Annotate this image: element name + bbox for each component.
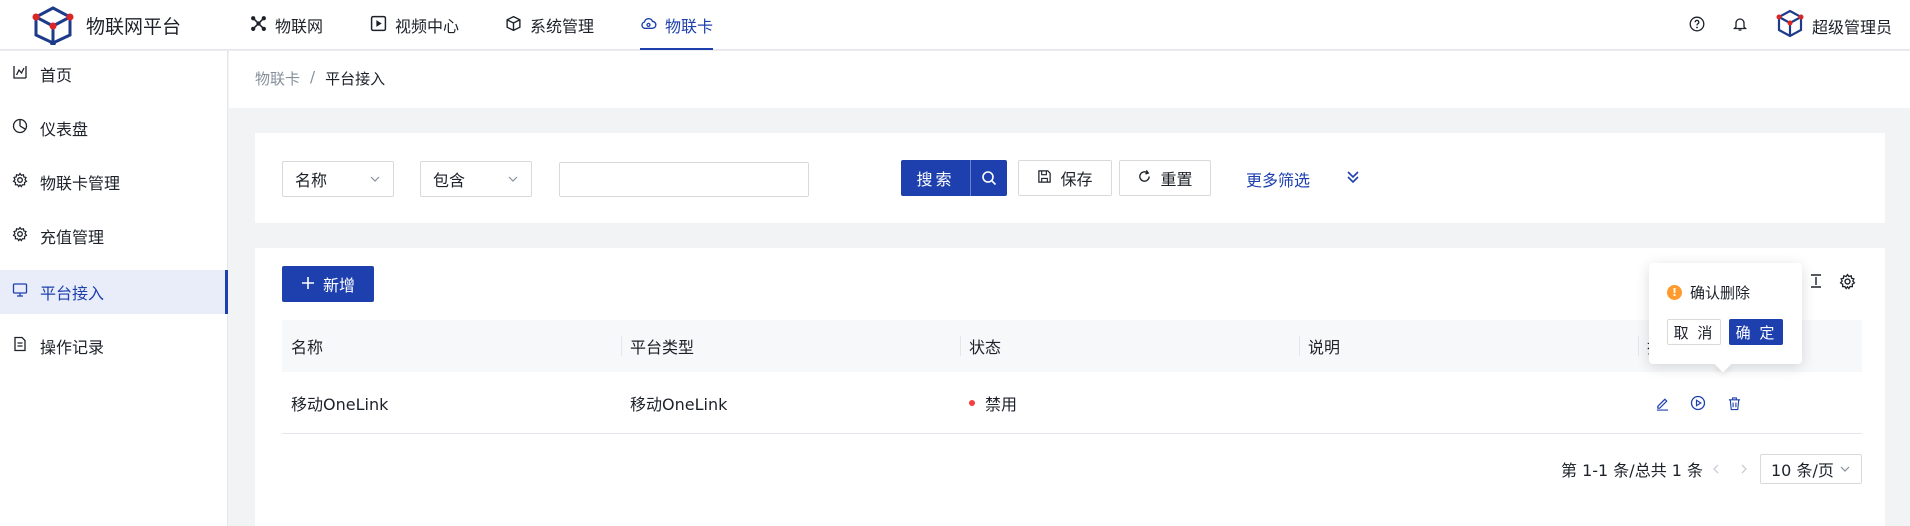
cell-name: 移动OneLink [291, 395, 389, 414]
popover-title: ! 确认删除 [1667, 282, 1750, 303]
settings-icon[interactable] [1837, 271, 1857, 291]
user-menu[interactable]: 超级管理员 [1776, 9, 1892, 43]
nav-video-center-label: 视频中心 [395, 17, 460, 36]
chevron-down-icon [1839, 460, 1851, 479]
log-icon [12, 336, 28, 356]
sidebar-item-platform-access[interactable]: 平台接入 [0, 270, 228, 314]
app-title: 物联网平台 [86, 16, 182, 38]
pagination-summary: 第 1-1 条/总共 1 条 [1561, 461, 1704, 480]
double-chevron-down-icon[interactable] [1344, 168, 1362, 186]
nav-system-management-label: 系统管理 [530, 17, 595, 36]
cancel-button[interactable]: 取 消 [1667, 319, 1721, 345]
top-bar: 物联网平台 物联网 视频中心 系统管理 物联卡 超级管理员 [0, 0, 1910, 50]
pie-icon [12, 118, 28, 138]
filter-card: 名称 包含 搜索 保存 重置 更多筛选 [255, 133, 1885, 223]
delete-icon[interactable] [1724, 393, 1744, 413]
sidebar-item-label: 平台接入 [40, 284, 105, 303]
nav-video-center[interactable]: 视频中心 [370, 0, 459, 50]
bell-icon[interactable] [1730, 14, 1750, 34]
column-header-name: 名称 [291, 338, 324, 357]
chevron-left-icon[interactable] [1708, 461, 1724, 477]
add-button[interactable]: 新增 [282, 266, 374, 302]
add-button-label: 新增 [322, 276, 355, 295]
chevron-down-icon [507, 170, 519, 189]
breadcrumb-separator: / [310, 68, 316, 86]
refresh-icon [1137, 169, 1152, 188]
cell-platform-type: 移动OneLink [630, 395, 728, 414]
chevron-down-icon [369, 170, 381, 189]
sidebar-item-recharge-management[interactable]: 充值管理 [0, 214, 228, 258]
breadcrumb: 物联卡 / 平台接入 [255, 68, 385, 89]
table-header: 名称 平台类型 状态 说明 操作 [282, 320, 1862, 372]
column-height-icon[interactable] [1806, 271, 1826, 291]
column-divider [1638, 336, 1639, 356]
breadcrumb-current: 平台接入 [325, 70, 386, 88]
sidebar-item-operation-log[interactable]: 操作记录 [0, 324, 228, 368]
sidebar-item-label: 仪表盘 [40, 120, 89, 139]
cloud-icon [640, 15, 657, 36]
page-size-select[interactable]: 10 条/页 [1760, 454, 1862, 484]
status-text: 禁用 [985, 395, 1018, 414]
warning-icon: ! [1667, 285, 1682, 300]
reset-button-label: 重置 [1160, 170, 1193, 189]
status-dot [969, 400, 975, 406]
chart-icon [12, 64, 28, 84]
save-button[interactable]: 保存 [1018, 160, 1112, 196]
sidebar-item-label: 操作记录 [40, 338, 105, 357]
search-input[interactable] [559, 162, 809, 197]
page-size-value: 10 条/页 [1771, 461, 1834, 480]
search-icon[interactable] [971, 160, 1007, 196]
sidebar-item-home[interactable]: 首页 [0, 52, 228, 96]
column-divider [960, 336, 961, 356]
popover-title-text: 确认删除 [1690, 284, 1751, 302]
operator-select-value: 包含 [433, 171, 466, 190]
chevron-right-icon[interactable] [1736, 461, 1752, 477]
reset-button[interactable]: 重置 [1119, 160, 1211, 196]
user-name: 超级管理员 [1812, 18, 1893, 37]
plus-icon [301, 275, 315, 294]
search-button-label: 搜索 [901, 160, 971, 196]
monitor-icon [12, 282, 28, 302]
box-icon [505, 15, 522, 36]
search-button[interactable]: 搜索 [901, 160, 1007, 196]
nav-iot-card[interactable]: 物联卡 [640, 0, 714, 50]
breadcrumb-bar: 物联卡 / 平台接入 [229, 51, 1910, 108]
sidebar-item-label: 物联卡管理 [40, 174, 121, 193]
more-filters-link[interactable]: 更多筛选 [1246, 167, 1310, 191]
cube-logo-icon[interactable] [32, 5, 74, 46]
play-circle-icon[interactable] [1688, 393, 1708, 413]
sidebar-item-label: 充值管理 [40, 228, 105, 247]
sidebar-item-label: 首页 [40, 66, 73, 85]
cell-status: 禁用 [969, 372, 1017, 434]
column-divider [621, 336, 622, 356]
operator-select[interactable]: 包含 [420, 161, 532, 197]
gear-icon [12, 226, 28, 246]
gear-icon [12, 172, 28, 192]
play-square-icon [370, 15, 387, 36]
sidebar-item-dashboard[interactable]: 仪表盘 [0, 106, 228, 150]
column-divider [1299, 336, 1300, 356]
nav-iot[interactable]: 物联网 [250, 0, 323, 50]
save-button-label: 保存 [1060, 170, 1093, 189]
confirm-button[interactable]: 确 定 [1729, 319, 1783, 345]
grid-icon [250, 15, 267, 36]
delete-confirm-popover: ! 确认删除 取 消 确 定 [1649, 263, 1802, 364]
sidebar-item-iot-card-management[interactable]: 物联卡管理 [0, 160, 228, 204]
save-icon [1037, 169, 1052, 188]
field-select-value: 名称 [295, 171, 328, 190]
help-icon[interactable] [1687, 14, 1707, 34]
sidebar: 首页 仪表盘 物联卡管理 充值管理 平台接入 操作记录 [0, 51, 228, 526]
column-header-description: 说明 [1308, 338, 1341, 357]
table-row: 移动OneLink 移动OneLink 禁用 [282, 372, 1862, 434]
column-header-platform-type: 平台类型 [630, 338, 695, 357]
avatar [1776, 9, 1804, 43]
nav-iot-card-label: 物联卡 [665, 17, 714, 36]
nav-system-management[interactable]: 系统管理 [505, 0, 594, 50]
breadcrumb-parent[interactable]: 物联卡 [255, 68, 300, 89]
edit-icon[interactable] [1652, 393, 1672, 413]
table-card: 新增 名称 平台类型 状态 说明 操作 移动OneLink 移动OneLink … [255, 248, 1885, 526]
column-header-status: 状态 [969, 338, 1002, 357]
field-select[interactable]: 名称 [282, 161, 394, 197]
nav-iot-label: 物联网 [275, 17, 324, 36]
